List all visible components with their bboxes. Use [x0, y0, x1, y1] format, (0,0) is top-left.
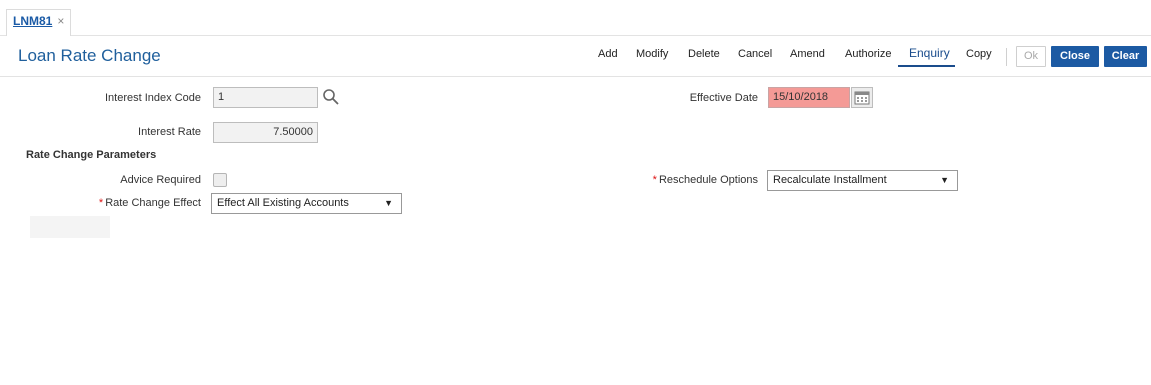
tab-lnm81[interactable]: LNM81 × [6, 9, 72, 36]
tab-close-icon[interactable]: × [57, 14, 64, 28]
delete-button[interactable]: Delete [688, 46, 720, 68]
rate-change-parameters-heading: Rate Change Parameters [26, 149, 157, 161]
add-button[interactable]: Add [598, 46, 618, 68]
calendar-icon[interactable] [851, 87, 873, 108]
dropdown-arrow-icon: ▼ [940, 175, 949, 185]
reschedule-options-select[interactable]: Recalculate Installment ▼ [767, 170, 958, 191]
interest-index-code-label: Interest Index Code [104, 92, 201, 104]
reschedule-options-label-text: Reschedule Options [658, 174, 758, 186]
effective-date-label: Effective Date [689, 92, 758, 104]
amend-button[interactable]: Amend [790, 46, 825, 68]
ok-button[interactable]: Ok [1016, 46, 1046, 67]
cancel-button[interactable]: Cancel [738, 46, 772, 68]
rate-change-effect-value: Effect All Existing Accounts [217, 197, 349, 209]
tab-strip: LNM81 × [0, 0, 1151, 36]
tab-label[interactable]: LNM81 [13, 14, 52, 28]
effective-date-input[interactable]: 15/10/2018 [768, 87, 850, 108]
rate-change-effect-select[interactable]: Effect All Existing Accounts ▼ [211, 193, 402, 214]
interest-rate-input[interactable]: 7.50000 [213, 122, 318, 143]
advice-required-label: Advice Required [120, 174, 201, 186]
interest-index-code-input[interactable]: 1 [213, 87, 318, 108]
rate-change-effect-label-text: Rate Change Effect [105, 197, 201, 209]
enquiry-button[interactable]: Enquiry [898, 45, 955, 67]
interest-rate-label: Interest Rate [138, 126, 201, 138]
placeholder-block [30, 216, 110, 238]
copy-button[interactable]: Copy [966, 46, 992, 68]
rate-change-effect-label: * Rate Change Effect [60, 197, 201, 209]
toolbar: Add Modify Delete Cancel Amend Authorize… [0, 46, 1151, 68]
clear-button[interactable]: Clear [1104, 46, 1147, 67]
modify-button[interactable]: Modify [636, 46, 668, 68]
page-header: Loan Rate Change Add Modify Delete Cance… [0, 36, 1151, 77]
advice-required-checkbox[interactable] [213, 173, 227, 187]
close-button[interactable]: Close [1051, 46, 1099, 67]
reschedule-options-label: * Reschedule Options [600, 174, 758, 186]
reschedule-options-value: Recalculate Installment [773, 174, 887, 186]
authorize-button[interactable]: Authorize [845, 46, 891, 68]
required-mark: * [98, 197, 104, 209]
toolbar-divider [1006, 48, 1007, 66]
required-mark: * [652, 174, 657, 186]
dropdown-arrow-icon: ▼ [384, 198, 393, 208]
search-icon[interactable] [322, 88, 340, 109]
